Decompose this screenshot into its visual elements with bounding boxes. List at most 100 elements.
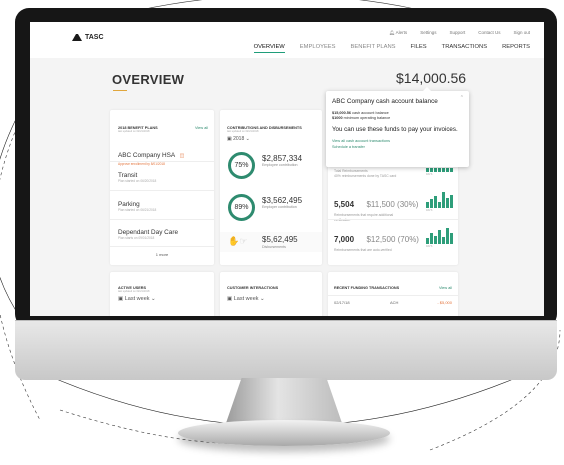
funding-row[interactable]: 02/17/18 ACH - $5,000 <box>334 300 452 305</box>
active-users-subtitle: last updated on 02/21/2018 <box>118 290 150 293</box>
nav-overview[interactable]: OVERVIEW <box>253 44 285 53</box>
benefit-plans-subtitle: last updated on 02/21/2018 <box>118 130 150 133</box>
divider <box>328 219 458 220</box>
plan-item[interactable]: Transit Plan started on 06/20/2018 <box>118 172 156 183</box>
disbursements-amount: $5,62,495 <box>262 235 298 244</box>
mini-bar <box>430 232 433 244</box>
signout-link[interactable]: Sign out <box>513 30 530 36</box>
funding-view-all[interactable]: View all <box>439 286 452 290</box>
total-reimb-text: Total Reimbursements 40% reimbursements … <box>334 169 396 178</box>
utility-links: 🔔︎ Alerts Settings Support Contact Us Si… <box>389 30 530 36</box>
plan-name: Parking <box>118 201 140 208</box>
cash-balance-popup: ⌃ ABC Company cash account balance $15,0… <box>326 87 469 167</box>
mini-bar <box>446 198 449 208</box>
customer-interactions-period[interactable]: ▣ Last week ⌄ <box>227 296 265 302</box>
disbursements-row: ✋☞ $5,62,495 Disbursements <box>220 232 322 252</box>
popup-arrow <box>423 87 431 91</box>
view-transactions-link[interactable]: View all cash account transactions <box>332 139 390 143</box>
total-reimb-sub: 40% reimbursements done by TASC card <box>334 173 397 178</box>
active-users-header: ACTIVE USERS last updated on 02/21/2018 <box>118 286 149 293</box>
employee-percent: 75% <box>234 162 249 169</box>
popup-message: You can use these funds to pay your invo… <box>332 126 458 133</box>
title-underline <box>113 90 127 91</box>
contact-link[interactable]: Contact Us <box>478 30 500 36</box>
reimb-auto-label: Reimbursements that are auto-verified <box>334 248 392 252</box>
calendar-icon: ▣ <box>227 296 233 302</box>
nav-transactions[interactable]: TRANSACTIONS <box>442 44 487 53</box>
mini-bar <box>438 229 441 244</box>
benefit-plans-view-all[interactable]: View all <box>195 126 208 130</box>
reimb-auto-row[interactable]: 7,000 $12,500 (70%) Reimbursements that … <box>334 229 419 252</box>
reimb-auto-count: 7,000 <box>334 235 355 244</box>
plan-item[interactable]: Parking Plan started on 06/21/2018 <box>118 201 156 212</box>
collapse-chevron-icon[interactable]: ⌃ <box>460 95 464 101</box>
plan-name: Dependant Day Care <box>118 229 179 236</box>
main-nav: OVERVIEW EMPLOYEES BENEFIT PLANS FILES T… <box>253 44 530 53</box>
mini-bar <box>430 167 433 172</box>
plan-name: Transit <box>118 172 138 179</box>
divider <box>110 161 214 162</box>
plan-note: Approve enrollment by 8/01/2018 <box>118 162 165 166</box>
employee-label: Employee contribution <box>262 163 298 167</box>
reimb-verify-count: 5,504 <box>334 200 355 209</box>
chevron-down-icon: ⌄ <box>245 136 250 142</box>
disbursements-label: Disbursements <box>262 245 286 249</box>
contributions-subtitle: last updated on 02/21/2018 <box>227 130 259 133</box>
logo[interactable]: TASC <box>72 34 104 41</box>
mini-bar <box>438 201 441 208</box>
employer-label: Employer contribution <box>262 205 297 209</box>
divider <box>328 295 458 296</box>
alert-icon: ◫ <box>179 153 185 159</box>
reimb-verify-amount: $11,500 (30%) <box>366 200 419 209</box>
app-header: TASC 🔔︎ Alerts Settings Support Contact … <box>30 22 544 58</box>
mini-bar <box>446 167 449 172</box>
account-balance[interactable]: $14,000.56 <box>396 70 466 86</box>
customer-interactions-title: CUSTOMER INTERACTIONS <box>227 286 279 290</box>
nav-reports[interactable]: REPORTS <box>502 44 530 53</box>
active-users-period[interactable]: ▣ Last week ⌄ <box>118 296 156 302</box>
plan-note: Plan started on 06/21/2018 <box>118 208 157 212</box>
hands-icon: ✋☞ <box>228 236 248 246</box>
monitor-chin <box>15 320 557 380</box>
divider <box>110 219 214 220</box>
mini-bar <box>450 195 453 208</box>
chevron-down-icon: ⌄ <box>151 296 156 302</box>
more-plans-link[interactable]: 1 more <box>110 252 214 257</box>
calendar-icon: ▣ <box>227 136 232 142</box>
support-link[interactable]: Support <box>449 30 465 36</box>
nav-employees[interactable]: EMPLOYEES <box>300 44 336 53</box>
plan-name: ABC Company HSA <box>118 152 176 159</box>
plan-item[interactable]: ABC Company HSA ◫ Approve enrollment by … <box>118 144 184 166</box>
contributions-card: CONTRIBUTIONS AND DISBURSEMENTS last upd… <box>220 110 322 265</box>
popup-min-line: $1000 minimum operating balance <box>332 116 391 120</box>
nav-files[interactable]: FILES <box>411 44 427 53</box>
mini-bar <box>434 167 437 172</box>
calendar-icon: ▣ <box>118 296 124 302</box>
reimb-verify-label: Reimbursements that require additional v… <box>334 213 394 222</box>
page-title: OVERVIEW <box>112 72 185 87</box>
mini-bar <box>426 237 429 244</box>
mini-bar <box>450 167 453 172</box>
mini-bar <box>442 167 445 172</box>
total-reimb-days: DAYS <box>426 173 433 176</box>
mini-bar <box>438 167 441 172</box>
active-users-card: ACTIVE USERS last updated on 02/21/2018 … <box>110 272 214 316</box>
logo-icon <box>72 34 82 41</box>
benefit-plans-header: 2018 BENEFIT PLANS last updated on 02/21… <box>118 126 158 133</box>
alerts-link[interactable]: 🔔︎ Alerts <box>389 30 407 36</box>
contributions-header: CONTRIBUTIONS AND DISBURSEMENTS last upd… <box>227 126 302 133</box>
divider <box>110 246 214 247</box>
year-selector[interactable]: ▣ 2018 ⌄ <box>227 136 250 142</box>
funding-date: 02/17/18 <box>334 300 350 305</box>
reimb-verify-row[interactable]: 5,504 $11,500 (30%) Reimbursements that … <box>334 194 418 222</box>
reimb-verify-bars <box>426 192 453 208</box>
schedule-transfer-link[interactable]: Schedule a transfer <box>332 145 365 149</box>
mini-bar <box>434 196 437 208</box>
reimb-auto-amount: $12,500 (70%) <box>366 235 419 244</box>
logo-text: TASC <box>85 34 104 41</box>
plan-item[interactable]: Dependant Day Care Plan starts on 09/01/… <box>118 229 178 240</box>
reimb-auto-days: DAYS <box>426 245 433 248</box>
settings-link[interactable]: Settings <box>420 30 436 36</box>
nav-benefit-plans[interactable]: BENEFIT PLANS <box>351 44 396 53</box>
employee-amount: $2,857,334 <box>262 154 303 163</box>
